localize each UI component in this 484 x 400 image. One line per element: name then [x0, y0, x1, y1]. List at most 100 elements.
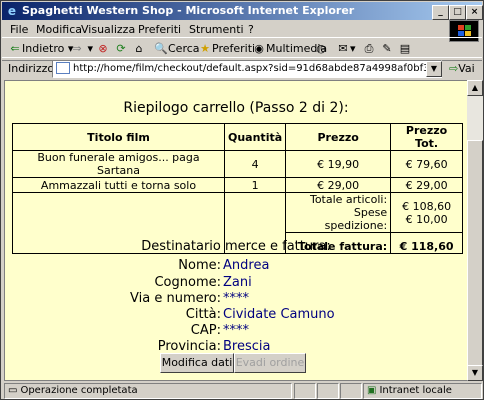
print-icon: ⎙: [364, 42, 374, 55]
mail-icon: ✉: [338, 42, 348, 55]
favorites-label: Preferiti: [212, 42, 256, 55]
refresh-icon: ⟳: [116, 42, 126, 55]
discuss-button[interactable]: ▤: [398, 42, 412, 56]
edit-data-button[interactable]: Modifica dati: [160, 353, 234, 373]
window-title: Spaghetti Western Shop - Microsoft Inter…: [22, 4, 355, 17]
zone-cell: ▣ Intranet locale: [363, 383, 482, 399]
back-arrow-icon: ⇐: [10, 42, 20, 55]
vertical-scrollbar[interactable]: ▲ ▼: [467, 80, 483, 381]
address-input[interactable]: http://home/film/checkout/default.aspx?s…: [52, 60, 442, 78]
print-button[interactable]: ⎙: [362, 42, 376, 56]
stop-icon: ⊗: [98, 42, 108, 55]
favorites-icon: ★: [200, 42, 210, 55]
zone-text: Intranet locale: [379, 385, 452, 396]
menu-file[interactable]: File: [10, 23, 28, 36]
search-label: Cerca: [168, 42, 200, 55]
title-bar: e Spaghetti Western Shop - Microsoft Int…: [2, 2, 483, 20]
cell-total: € 79,60: [390, 150, 463, 178]
field-cap: CAP: ****: [5, 322, 467, 339]
col-title: Titolo film: [12, 123, 225, 151]
field-nome: Nome: Andrea: [5, 257, 467, 274]
history-icon: ◷: [316, 42, 326, 55]
edit-page-button[interactable]: ✎: [380, 42, 394, 56]
ie-logo-icon: e: [7, 4, 17, 18]
col-total: Prezzo Tot.: [390, 123, 463, 151]
forward-button[interactable]: ⇒ ▾: [70, 42, 93, 56]
cell-qty: 4: [223, 150, 287, 178]
status-cell: [294, 383, 316, 399]
cart-table: Titolo film Quantità Prezzo Prezzo Tot. …: [12, 123, 463, 254]
refresh-button[interactable]: ⟳: [114, 42, 128, 56]
address-dropdown-icon[interactable]: ▼: [426, 61, 442, 77]
field-label: Cognome:: [154, 275, 221, 290]
forward-arrow-icon: ⇒: [72, 42, 82, 55]
field-value: Cividate Camuno: [223, 307, 335, 322]
table-row: Buon funerale amigos... paga Sartana 4 €…: [12, 150, 463, 178]
menu-strumenti[interactable]: Strumenti: [189, 23, 244, 36]
cell-price: € 19,90: [285, 150, 392, 178]
discuss-icon: ▤: [399, 42, 411, 55]
status-cell: [317, 383, 339, 399]
field-value: Andrea: [223, 258, 270, 273]
minimize-button[interactable]: _: [432, 5, 449, 20]
edit-page-icon: ✎: [382, 42, 392, 55]
maximize-button[interactable]: □: [449, 5, 466, 20]
menu-visualizza[interactable]: Visualizza: [81, 23, 135, 36]
table-header-row: Titolo film Quantità Prezzo Prezzo Tot.: [12, 123, 463, 151]
cell-title: Ammazzali tutti e torna solo: [12, 177, 225, 193]
search-icon: 🔍: [154, 42, 168, 55]
browser-window: e Spaghetti Western Shop - Microsoft Int…: [0, 0, 484, 400]
mail-button[interactable]: ✉ ▾: [336, 42, 355, 56]
field-value: ****: [223, 323, 249, 338]
intranet-icon: ▣: [367, 385, 377, 396]
cell-total: € 29,00: [390, 177, 463, 193]
field-value: Zani: [223, 275, 252, 290]
recipient-heading: Destinatario merce e fattura:: [141, 239, 331, 254]
history-button[interactable]: ◷: [314, 42, 328, 56]
favorites-button[interactable]: ★ Preferiti: [198, 42, 255, 56]
page-icon: [56, 62, 70, 74]
col-qty: Quantità: [223, 123, 287, 151]
field-via: Via e numero: ****: [5, 290, 467, 307]
go-button[interactable]: ⇨Vai: [449, 62, 475, 75]
go-label: Vai: [458, 62, 475, 75]
back-button[interactable]: ⇐ Indietro ▾: [8, 42, 73, 56]
status-text: Operazione completata: [20, 385, 138, 396]
stop-button[interactable]: ⊗: [96, 42, 110, 56]
address-url: http://home/film/checkout/default.aspx?s…: [73, 63, 441, 74]
menu-preferiti[interactable]: Preferiti: [138, 23, 181, 36]
field-cognome: Cognome: Zani: [5, 274, 467, 291]
shipping-value: € 10,00: [405, 212, 448, 226]
table-row: Ammazzali tutti e torna solo 1 € 29,00 €…: [12, 177, 463, 193]
close-button[interactable]: ×: [466, 5, 483, 20]
home-icon: ⌂: [135, 42, 143, 55]
scroll-down-icon[interactable]: ▼: [467, 365, 483, 381]
back-label: Indietro: [22, 42, 65, 55]
scroll-up-icon[interactable]: ▲: [467, 80, 483, 96]
field-label: CAP:: [190, 323, 221, 338]
articles-value: € 108,60: [402, 199, 452, 213]
status-page-icon: ▭: [8, 385, 18, 396]
page-content: Riepilogo carrello (Passo 2 di 2): Titol…: [4, 80, 468, 381]
field-label: Città:: [185, 307, 221, 322]
submit-order-button[interactable]: Evadi ordine: [234, 353, 306, 373]
scroll-thumb[interactable]: [467, 140, 483, 378]
summary-row: Totale articoli: Spese spedizione: € 108…: [12, 192, 463, 254]
col-price: Prezzo: [285, 123, 392, 151]
home-button[interactable]: ⌂: [132, 42, 146, 56]
menu-help[interactable]: ?: [248, 23, 254, 36]
status-bar: ▭ Operazione completata ▣ Intranet locale: [2, 382, 482, 399]
status-cell: [340, 383, 362, 399]
media-icon: ◉: [254, 42, 264, 55]
cell-price: € 29,00: [285, 177, 392, 193]
field-value: ****: [223, 291, 249, 306]
address-label: Indirizzo: [8, 62, 55, 75]
search-button[interactable]: 🔍Cerca: [154, 42, 200, 56]
summary-labels: Totale articoli: Spese spedizione:: [285, 192, 392, 233]
menu-modifica[interactable]: Modifica: [36, 23, 82, 36]
go-arrow-icon: ⇨: [449, 62, 459, 75]
field-label: Via e numero:: [130, 291, 221, 306]
summary-values: € 108,60 € 10,00: [390, 192, 463, 233]
cell-title: Buon funerale amigos... paga Sartana: [12, 150, 225, 178]
field-label: Nome:: [178, 258, 221, 273]
